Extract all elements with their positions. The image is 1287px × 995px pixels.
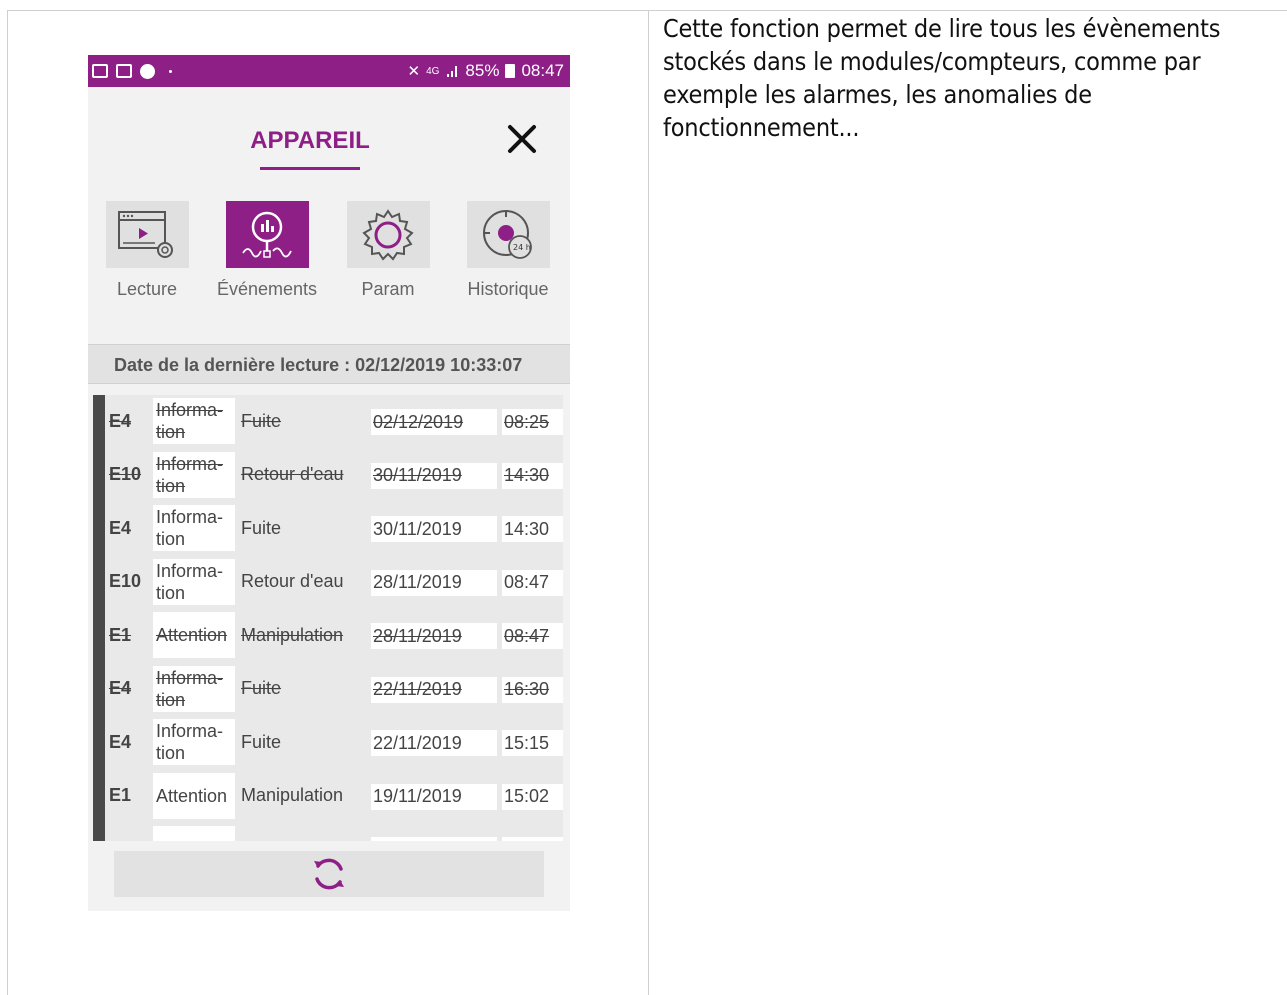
mute-icon: ✕ [407, 63, 421, 80]
app-notification-icon [140, 63, 155, 79]
event-date: 22/11/2019 [371, 676, 497, 703]
tab-bar: Lecture Événements Param 24 h Historique [88, 201, 570, 311]
reading-settings-icon [118, 210, 173, 258]
event-date: 02/12/2019 [371, 409, 497, 435]
event-code: E4 [109, 678, 132, 698]
refresh-icon [314, 858, 344, 890]
event-time: 08:47 [502, 569, 563, 596]
signal-icon [447, 66, 458, 77]
event-level: Informa- tion [153, 398, 235, 444]
tab-param[interactable]: Param [338, 201, 438, 300]
battery-icon [505, 64, 516, 78]
svg-text:24 h: 24 h [513, 243, 531, 252]
event-code: E4 [109, 410, 132, 431]
events-list[interactable]: E4 Informa- tion Fuite 02/12/2019 08:25 E10 In… [93, 395, 563, 841]
event-date: 28/11/2019 [371, 623, 497, 649]
tab-label: Param [361, 279, 415, 299]
event-date: 22/11/2019 [371, 730, 497, 756]
page-title: APPAREIL [250, 127, 370, 154]
event-type: Fuite [241, 517, 282, 538]
history-24h-icon: 24 h [483, 209, 532, 259]
column-divider [648, 10, 649, 995]
header: APPAREIL [88, 87, 570, 177]
event-level: Attention [153, 612, 235, 658]
event-date: 19/11/2019 [371, 783, 497, 810]
event-time: 16:30 [502, 676, 563, 703]
event-date: 30/11/2019 [371, 516, 497, 542]
gallery-icon [116, 64, 132, 78]
event-row[interactable]: E1 Attention Manipulation 19/11/2019 15:02 [105, 772, 563, 820]
event-code: E1 [109, 624, 132, 645]
more-notifications-icon [169, 69, 172, 73]
tab-label: Lecture [116, 279, 178, 299]
event-level: Informa- tion [153, 558, 235, 605]
event-type: Fuite [241, 731, 282, 752]
event-time: 14:30 [502, 516, 563, 542]
tab-historique[interactable]: 24 h Historique [458, 201, 558, 300]
gear-icon [362, 208, 414, 261]
event-date: 30/11/2019 [371, 462, 497, 489]
tab-lecture[interactable]: Lecture [97, 201, 197, 300]
event-row[interactable]: Informa- [105, 825, 563, 841]
event-time: 15:02 [502, 783, 563, 810]
event-type: Manipulation [241, 785, 344, 805]
status-bar: ✕ 4G 85% 08:47 [88, 55, 570, 87]
event-type: Manipulation [241, 624, 344, 645]
tab-evenements[interactable]: Événements [217, 201, 317, 300]
event-row[interactable]: E4 Informa- tion Fuite 30/11/2019 14:30 [105, 504, 563, 552]
last-read-date: Date de la dernière lecture : 02/12/2019… [88, 344, 570, 384]
close-icon[interactable] [504, 121, 540, 157]
battery-percent: 85% [465, 61, 500, 80]
event-time: 08:47 [502, 623, 563, 649]
event-code: E4 [109, 517, 132, 538]
event-time: 14:30 [502, 462, 563, 489]
event-row[interactable]: E1 Attention Manipulation 28/11/2019 08:47 [105, 611, 563, 659]
mail-icon [92, 64, 108, 78]
event-level: Informa- [153, 826, 235, 841]
clock: 08:47 [521, 61, 564, 80]
tab-label: Historique [467, 279, 549, 299]
event-code: E4 [109, 731, 132, 752]
event-code: E10 [109, 571, 142, 591]
event-code: E10 [109, 464, 142, 484]
event-level: Informa- tion [153, 505, 235, 551]
event-level: Informa- tion [153, 665, 235, 712]
event-row[interactable]: E10 Informa- tion Retour d'eau 28/11/2019 08… [105, 558, 563, 606]
events-scroll-indicator [93, 395, 105, 841]
phone-screenshot: ✕ 4G 85% 08:47 APPAREIL Lecture Événemen… [88, 55, 570, 911]
event-time [502, 837, 563, 841]
event-level: Attention [153, 772, 235, 819]
tab-label: Événements [217, 279, 318, 299]
events-search-icon [242, 211, 292, 258]
event-type: Fuite [241, 678, 282, 698]
network-indicator: 4G [426, 65, 440, 77]
description-text: Cette fonction permet de lire tous les é… [663, 14, 1221, 142]
event-time: 08:25 [502, 409, 563, 435]
title-underline [260, 167, 360, 170]
event-row[interactable]: E4 Informa- tion Fuite 02/12/2019 08:25 [105, 397, 563, 445]
event-type: Fuite [241, 410, 282, 431]
event-row[interactable]: E10 Informa- tion Retour d'eau 30/11/2019 14… [105, 451, 563, 499]
event-type: Retour d'eau [241, 571, 344, 591]
event-time: 15:15 [502, 730, 563, 756]
event-code [109, 825, 151, 841]
event-level: Informa- tion [153, 719, 235, 765]
event-row[interactable]: E4 Informa- tion Fuite 22/11/2019 16:30 [105, 665, 563, 713]
refresh-button[interactable] [114, 851, 544, 897]
event-type [241, 825, 367, 841]
event-level: Informa- tion [153, 451, 235, 498]
event-date: 28/11/2019 [371, 569, 497, 596]
event-code: E1 [109, 785, 132, 805]
event-row[interactable]: E4 Informa- tion Fuite 22/11/2019 15:15 [105, 718, 563, 766]
event-type: Retour d'eau [241, 464, 344, 484]
event-date [371, 837, 497, 841]
